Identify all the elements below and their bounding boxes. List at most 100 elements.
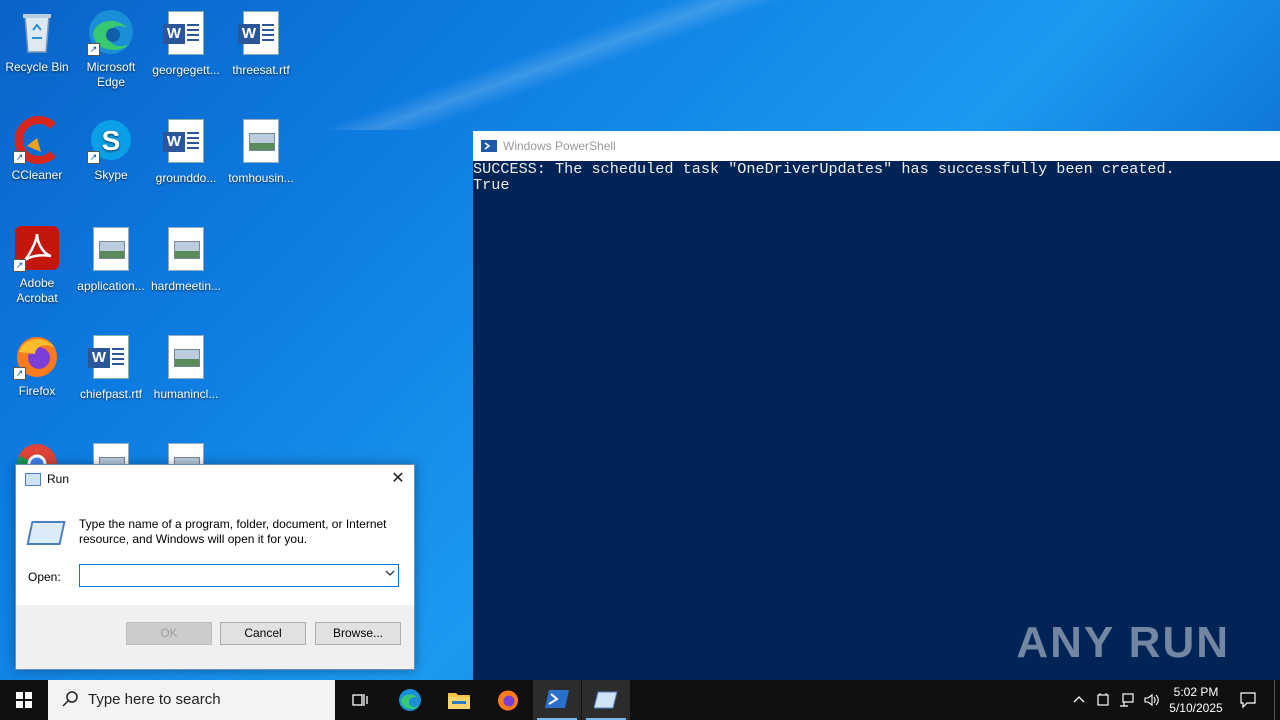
desktop-icon-label: Firefox (18, 384, 56, 398)
desktop-icon-label: tomhousin... (228, 171, 294, 185)
edge-icon: ↗ (87, 8, 135, 56)
ccleaner-icon: ↗ (13, 116, 61, 164)
taskbar-clock[interactable]: 5:02 PM 5/10/2025 (1162, 684, 1230, 716)
taskbar-run-button[interactable] (582, 680, 630, 720)
image-doc-icon (168, 227, 204, 271)
powershell-output-line: SUCCESS: The scheduled task "OneDriverUp… (473, 160, 1175, 178)
taskbar-search[interactable]: Type here to search (48, 680, 335, 720)
desktop-icon-firefox[interactable]: ↗ Firefox (0, 332, 74, 399)
desktop-icon-humanincl[interactable]: humanincl... (149, 332, 223, 402)
skype-icon: S ↗ (87, 116, 135, 164)
shortcut-arrow-icon: ↗ (87, 151, 100, 164)
shortcut-arrow-icon: ↗ (87, 43, 100, 56)
desktop-icon-recycle-bin[interactable]: Recycle Bin (0, 8, 74, 75)
shortcut-arrow-icon: ↗ (13, 259, 26, 272)
desktop-icon-tomhousin[interactable]: tomhousin... (224, 116, 298, 186)
desktop-icon-label: Microsoft Edge (86, 60, 136, 89)
recycle-bin-icon (13, 8, 61, 56)
image-doc-icon (243, 119, 279, 163)
run-icon (593, 691, 618, 709)
action-center-button[interactable] (1234, 680, 1262, 720)
desktop-icon-label: application... (77, 279, 145, 293)
close-icon[interactable]: ✕ (388, 469, 408, 489)
powershell-title-bar[interactable]: Windows PowerShell (473, 131, 1280, 161)
clock-date: 5/10/2025 (1169, 701, 1223, 715)
tray-app-button[interactable] (1092, 680, 1114, 720)
desktop-icon-adobe-acrobat[interactable]: ↗ Adobe Acrobat (0, 224, 74, 306)
firefox-icon (498, 690, 518, 711)
desktop-icon-label: Skype (94, 168, 128, 182)
open-label: Open: (28, 570, 61, 584)
desktop-icon-application[interactable]: application... (74, 224, 148, 294)
desktop-icon-skype[interactable]: S ↗ Skype (74, 116, 148, 183)
run-body: Type the name of a program, folder, docu… (16, 493, 414, 605)
windows-logo-icon (16, 692, 32, 708)
taskbar: Type here to search 5:02 PM 5/10/2025 (0, 680, 1280, 720)
powershell-window[interactable]: Windows PowerShell SUCCESS: The schedule… (473, 131, 1280, 680)
desktop-icon-ccleaner[interactable]: ↗ CCleaner (0, 116, 74, 183)
taskbar-explorer-button[interactable] (435, 680, 483, 720)
cancel-button[interactable]: Cancel (220, 622, 306, 645)
powershell-output-line: True (473, 176, 510, 194)
task-view-icon (352, 694, 368, 706)
show-hidden-icons-button[interactable] (1068, 680, 1090, 720)
desktop-icon-label: Recycle Bin (5, 60, 69, 74)
chevron-up-icon (1073, 696, 1085, 703)
adobe-acrobat-icon: ↗ (13, 224, 61, 272)
edge-icon (399, 689, 421, 711)
volume-button[interactable] (1140, 680, 1162, 720)
taskbar-edge-button[interactable] (386, 680, 434, 720)
taskbar-powershell-button[interactable] (533, 680, 581, 720)
desktop-icon-label: CCleaner (11, 168, 63, 182)
tray-device-icon (1097, 693, 1109, 706)
run-description: Type the name of a program, folder, docu… (79, 517, 387, 546)
search-placeholder: Type here to search (88, 691, 221, 708)
word-doc-icon: W (163, 119, 204, 163)
task-view-button[interactable] (336, 680, 384, 720)
speaker-icon (1144, 693, 1159, 707)
desktop-icon-label: chiefpast.rtf (79, 387, 143, 401)
desktop-icon-hardmeetin[interactable]: hardmeetin... (149, 224, 223, 294)
desktop-icon-label: georgegett... (152, 63, 220, 77)
start-button[interactable] (0, 680, 48, 720)
word-doc-icon: W (163, 11, 204, 55)
search-icon (62, 690, 80, 713)
wallpaper-light-ray (200, 0, 900, 130)
desktop-icon-label: grounddo... (155, 171, 217, 185)
shortcut-arrow-icon: ↗ (13, 367, 26, 380)
run-title: Run (47, 472, 70, 486)
folder-icon (448, 693, 470, 709)
image-doc-icon (93, 227, 129, 271)
open-input[interactable] (79, 564, 399, 587)
chevron-down-icon[interactable] (385, 567, 395, 581)
desktop-icon-threesat[interactable]: W threesat.rtf (224, 8, 298, 78)
desktop-icon-label: Adobe Acrobat (16, 276, 58, 305)
taskbar-firefox-button[interactable] (484, 680, 532, 720)
desktop-icon-label: humanincl... (153, 387, 219, 401)
run-dialog[interactable]: Run ✕ Type the name of a program, folder… (15, 464, 415, 670)
shortcut-arrow-icon: ↗ (13, 151, 26, 164)
powershell-output[interactable]: SUCCESS: The scheduled task "OneDriverUp… (473, 161, 1280, 193)
network-icon (1120, 693, 1134, 707)
svg-text:S: S (102, 125, 121, 156)
browse-button[interactable]: Browse... (315, 622, 401, 645)
anyrun-watermark: ANY RUN (1016, 618, 1230, 667)
desktop-icon-edge[interactable]: ↗ Microsoft Edge (74, 8, 148, 90)
run-title-bar[interactable]: Run ✕ (16, 465, 414, 493)
run-footer: OK Cancel Browse... (16, 605, 414, 669)
image-doc-icon (168, 335, 204, 379)
word-doc-icon: W (88, 335, 129, 379)
run-program-icon (26, 521, 66, 545)
ok-button[interactable]: OK (126, 622, 212, 645)
show-desktop-button[interactable] (1274, 680, 1275, 720)
desktop-icon-label: hardmeetin... (150, 279, 222, 293)
desktop-icon-grounddo[interactable]: W grounddo... (149, 116, 223, 186)
powershell-icon (545, 690, 569, 708)
notification-icon (1240, 692, 1256, 709)
network-button[interactable] (1116, 680, 1138, 720)
desktop-icon-georgegett[interactable]: W georgegett... (149, 8, 223, 78)
desktop-icon-chiefpast[interactable]: W chiefpast.rtf (74, 332, 148, 402)
run-icon (25, 472, 41, 486)
word-doc-icon: W (238, 11, 279, 55)
firefox-icon: ↗ (13, 332, 61, 380)
